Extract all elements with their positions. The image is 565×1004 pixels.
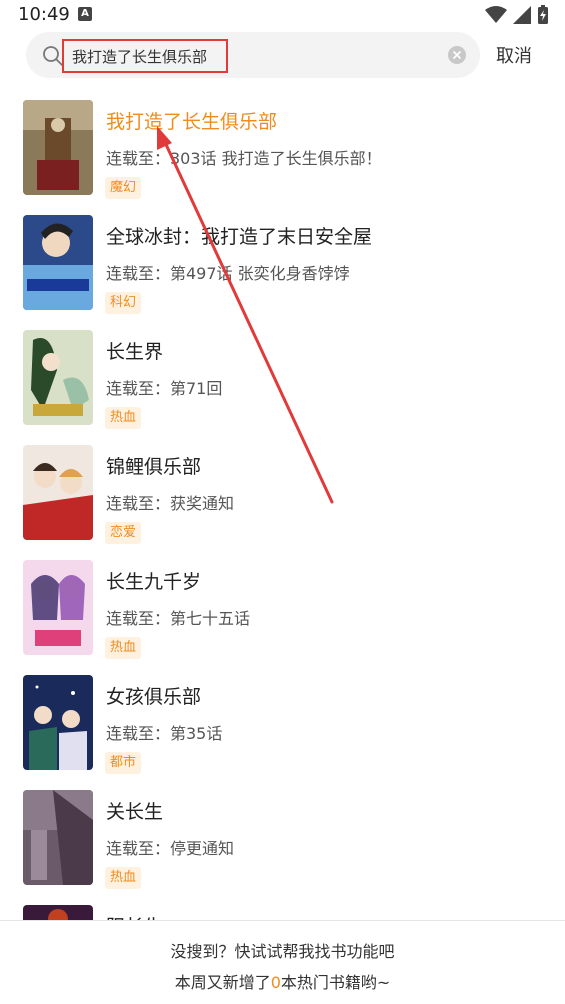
result-item[interactable]: 关长生 连载至：停更通知 热血: [0, 790, 565, 905]
search-row: 取消: [0, 30, 565, 82]
cover-image: [23, 330, 93, 425]
result-subtitle: 连载至：第71回: [106, 379, 223, 398]
new-books-suffix: 本热门书籍哟~: [280, 973, 391, 992]
cover-image: [23, 560, 93, 655]
cover-image: [23, 675, 93, 770]
genre-tag: 热血: [105, 867, 142, 889]
find-book-panel[interactable]: 没搜到？快试试帮我找书功能吧 本周又新增了0本热门书籍哟~: [0, 920, 565, 1004]
result-subtitle: 连载至：第七十五话: [106, 609, 251, 628]
genre-tag: 恋爱: [105, 522, 142, 544]
wifi-icon: [485, 6, 507, 23]
cancel-button[interactable]: 取消: [496, 42, 532, 68]
search-box[interactable]: [26, 32, 480, 78]
genre-tag: 都市: [105, 752, 142, 774]
result-title: 女孩俱乐部: [106, 686, 202, 708]
result-item[interactable]: 长生界 连载至：第71回 热血: [0, 330, 565, 445]
search-icon: [43, 46, 63, 66]
result-item[interactable]: 长生九千岁 连载至：第七十五话 热血: [0, 560, 565, 675]
result-title: 长生九千岁: [106, 571, 202, 593]
new-books-prefix: 本周又新增了: [174, 973, 271, 992]
search-input[interactable]: [62, 39, 228, 73]
genre-tag: 科幻: [105, 292, 142, 314]
result-item[interactable]: 我打造了长生俱乐部 连载至：303话 我打造了长生俱乐部！ 魔幻: [0, 100, 565, 215]
genre-tag: 魔幻: [105, 177, 142, 199]
genre-tag: 热血: [105, 407, 142, 429]
cover-image: [23, 215, 93, 310]
result-subtitle: 连载至：停更通知: [106, 839, 235, 858]
status-time: 10:49: [18, 4, 70, 25]
cover-image: [23, 100, 93, 195]
new-books-count: 0: [270, 973, 281, 992]
cover-image: [23, 445, 93, 540]
result-item[interactable]: 全球冰封：我打造了末日安全屋 连载至：第497话 张奕化身香饽饽 科幻: [0, 215, 565, 330]
battery-icon: [538, 5, 548, 24]
result-subtitle: 连载至：第35话: [106, 724, 223, 743]
result-title: 关长生: [106, 801, 164, 823]
find-book-prompt: 没搜到？快试试帮我找书功能吧: [170, 942, 395, 961]
result-title: 长生界: [106, 341, 164, 363]
notification-badge-icon: A: [78, 7, 92, 21]
new-books-notice: 本周又新增了0本热门书籍哟~: [0, 969, 565, 993]
clear-icon[interactable]: [448, 46, 466, 64]
result-title: 锦鲤俱乐部: [106, 456, 202, 478]
signal-icon: [513, 6, 531, 24]
search-results-list: 我打造了长生俱乐部 连载至：303话 我打造了长生俱乐部！ 魔幻 全球冰封：我打…: [0, 100, 565, 1004]
cover-image: [23, 790, 93, 885]
status-icons: [485, 4, 549, 26]
result-item[interactable]: 锦鲤俱乐部 连载至：获奖通知 恋爱: [0, 445, 565, 560]
status-bar: 10:49 A: [0, 0, 565, 30]
result-subtitle: 连载至：303话 我打造了长生俱乐部！: [106, 149, 382, 168]
result-item[interactable]: 女孩俱乐部 连载至：第35话 都市: [0, 675, 565, 790]
result-subtitle: 连载至：第497话 张奕化身香饽饽: [106, 264, 350, 283]
result-title: 全球冰封：我打造了末日安全屋: [106, 226, 373, 248]
result-title: 我打造了长生俱乐部: [106, 111, 278, 133]
genre-tag: 热血: [105, 637, 142, 659]
result-subtitle: 连载至：获奖通知: [106, 494, 235, 513]
